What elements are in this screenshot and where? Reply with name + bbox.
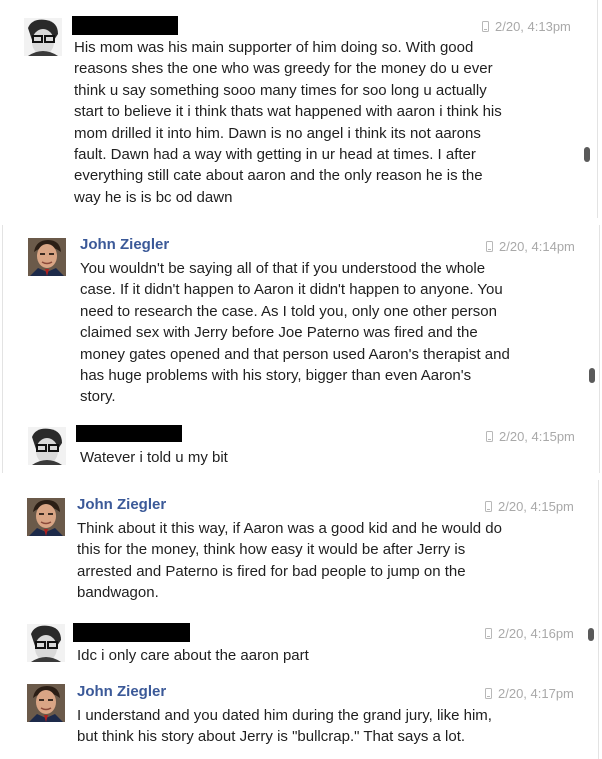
message-text: His mom was his main supporter of him do… [74,37,594,208]
redacted-sender-name [76,425,182,442]
message-line: case. If it didn't happen to Aaron it di… [80,281,503,299]
sender-name[interactable]: John Ziegler [77,683,166,700]
mobile-phone-icon [482,21,489,32]
avatar [27,684,65,722]
message-line: need to research the case. As I told you… [80,302,497,320]
mobile-phone-icon [485,501,492,512]
message-line: has huge problems with his story, bigger… [80,367,472,385]
message-line: fault. Dawn had a way with getting in ur… [74,146,476,164]
message-line: claimed sex with Jerry before Joe Patern… [80,324,478,342]
message-line: mom drilled it into him. Dawn is no ange… [74,124,481,142]
scrollbar-thumb[interactable] [584,147,590,162]
scrollbar-thumb[interactable] [588,628,594,641]
message-2: John Ziegler 2/20, 4:14pm You wouldn't b… [2,225,600,420]
message-line: way he is is bc od dawn [74,188,233,206]
avatar [28,238,66,276]
avatar [27,624,65,662]
mobile-phone-icon [485,628,492,639]
message-line: everything still cate about aaron and th… [74,167,483,185]
message-timestamp: 2/20, 4:13pm [482,19,571,34]
message-timestamp: 2/20, 4:17pm [485,686,574,701]
avatar [28,427,66,465]
message-line: Watever i told u my bit [80,449,228,466]
message-timestamp: 2/20, 4:14pm [486,239,575,254]
mobile-phone-icon [486,241,493,252]
mobile-phone-icon [486,431,493,442]
message-line: money gates opened and that person used … [80,345,510,363]
message-timestamp: 2/20, 4:15pm [486,429,575,444]
message-line: You wouldn't be saying all of that if yo… [80,260,486,277]
message-5: 2/20, 4:16pm Idc i only care about the a… [3,615,599,680]
message-1: 2/20, 4:13pm His mom was his main suppor… [6,0,598,218]
message-line: start to believe it i think thats wat ha… [74,103,502,121]
message-line: reasons shes the one who was greedy for … [74,60,493,78]
avatar [27,498,65,536]
message-text: Think about it this way, if Aaron was a … [77,518,593,604]
message-6: John Ziegler 2/20, 4:17pm I understand a… [3,680,599,759]
message-timestamp: 2/20, 4:16pm [485,626,574,641]
avatar [24,18,62,56]
message-line: but think his story about Jerry is "bull… [77,728,466,746]
message-line: think u say something sooo many times fo… [74,81,487,99]
message-text: You wouldn't be saying all of that if yo… [80,258,596,408]
scrollbar-thumb[interactable] [589,368,595,383]
message-panel-2: John Ziegler 2/20, 4:14pm You wouldn't b… [2,225,600,473]
message-3: 2/20, 4:15pm Watever i told u my bit [2,420,600,473]
mobile-phone-icon [485,688,492,699]
message-line: Think about it this way, if Aaron was a … [77,520,502,537]
message-line: bandwagon. [77,584,159,602]
sender-name[interactable]: John Ziegler [77,496,166,513]
message-line: His mom was his main supporter of him do… [74,39,474,56]
message-line: arrested and Paterno is fired for bad pe… [77,562,466,580]
message-panel-1: 2/20, 4:13pm His mom was his main suppor… [6,0,598,218]
message-4: John Ziegler 2/20, 4:15pm Think about it… [3,480,599,615]
message-text: Watever i told u my bit [80,447,580,468]
message-text: Idc i only care about the aaron part [77,645,577,666]
message-panel-3: John Ziegler 2/20, 4:15pm Think about it… [3,480,599,759]
message-line: I understand and you dated him during th… [77,707,492,724]
redacted-sender-name [73,623,190,642]
message-text: I understand and you dated him during th… [77,705,593,748]
message-timestamp: 2/20, 4:15pm [485,499,574,514]
redacted-sender-name [72,16,178,35]
sender-name[interactable]: John Ziegler [80,236,169,253]
message-line: story. [80,388,116,406]
message-line: Idc i only care about the aaron part [77,647,309,664]
message-line: this for the money, think how easy it wo… [77,541,466,559]
